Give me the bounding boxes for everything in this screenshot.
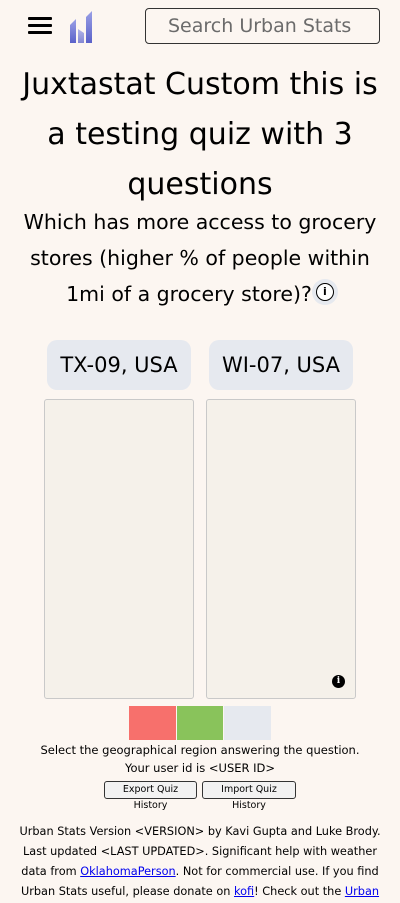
header [0, 0, 400, 52]
choice-button-1[interactable]: TX-09, USA [47, 340, 191, 390]
info-circle-icon[interactable]: i [311, 279, 338, 305]
quiz-title: Juxtastat Custom this is a testing quiz … [22, 67, 378, 202]
quiz-question: Which has more access to grocery stores … [10, 204, 390, 312]
kofi-link[interactable]: kofi [234, 885, 254, 898]
footer-text: ! Check out the [254, 885, 345, 898]
user-id-text: Your user id is <USER ID> [124, 761, 276, 775]
footer: Urban Stats Version <VERSION> by Kavi Gu… [12, 822, 388, 903]
instruction-text: Select the geographical region answering… [40, 743, 360, 757]
map-panel-2[interactable]: i [206, 399, 356, 699]
hamburger-menu-icon[interactable] [28, 15, 52, 37]
oklahomaperson-link[interactable]: OklahomaPerson [80, 865, 175, 878]
map-info-icon[interactable]: i [332, 675, 345, 688]
choice-button-2[interactable]: WI-07, USA [209, 340, 353, 390]
search-input[interactable] [145, 8, 380, 44]
progress-square-pending [224, 706, 271, 740]
export-quiz-history-button[interactable]: Export Quiz History [104, 781, 197, 811]
map-panel-1[interactable] [44, 399, 194, 699]
progress-square-wrong [129, 706, 176, 740]
progress-square-correct [177, 706, 223, 740]
urban-stats-logo[interactable] [68, 9, 96, 45]
import-quiz-history-button[interactable]: Import Quiz History [202, 781, 296, 811]
